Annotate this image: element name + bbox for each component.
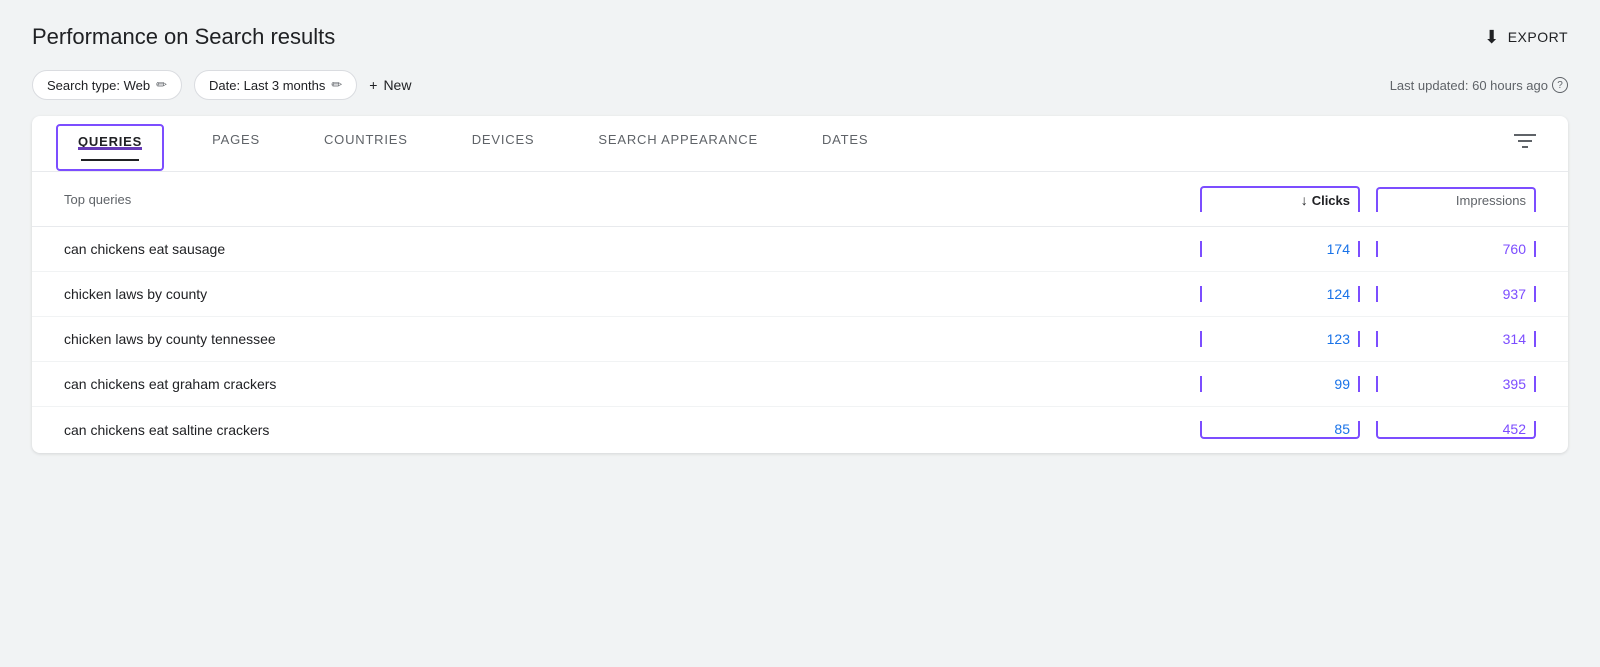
new-label: New [383,77,411,93]
page-title: Performance on Search results [32,24,335,50]
tab-queries[interactable]: QUERIES [78,134,142,149]
impressions-label: Impressions [1456,193,1526,208]
clicks-value: 99 [1200,376,1360,392]
impressions-value: 452 [1376,421,1536,439]
search-type-label: Search type: Web [47,78,150,93]
clicks-value: 85 [1200,421,1360,439]
query-text: can chickens eat saltine crackers [64,422,1200,438]
impressions-column-header[interactable]: Impressions [1376,187,1536,212]
query-text: can chickens eat sausage [64,241,1200,257]
clicks-value: 124 [1200,286,1360,302]
new-filter-button[interactable]: + New [369,77,411,93]
tab-countries[interactable]: COUNTRIES [292,116,440,171]
table-header: Top queries ↓ Clicks Impressions [32,172,1568,227]
search-type-filter[interactable]: Search type: Web ✏ [32,70,182,100]
query-text: chicken laws by county tennessee [64,331,1200,347]
tabs-row: QUERIES PAGES COUNTRIES DEVICES SEARCH A… [32,116,1568,172]
date-edit-icon: ✏ [331,77,342,93]
search-type-edit-icon: ✏ [156,77,167,93]
impressions-value: 760 [1376,241,1536,257]
top-queries-label: Top queries [64,192,1200,207]
tab-dates[interactable]: DATES [790,116,900,171]
table-row[interactable]: can chickens eat saltine crackers 85 452 [32,407,1568,453]
table-row[interactable]: can chickens eat graham crackers 99 395 [32,362,1568,407]
tab-devices[interactable]: DEVICES [440,116,567,171]
tab-queries-underline [81,159,139,161]
clicks-value: 174 [1200,241,1360,257]
query-text: chicken laws by county [64,286,1200,302]
impressions-value: 937 [1376,286,1536,302]
last-updated-text: Last updated: 60 hours ago ? [1390,77,1568,93]
clicks-value: 123 [1200,331,1360,347]
help-icon[interactable]: ? [1552,77,1568,93]
queries-table: Top queries ↓ Clicks Impressions can chi… [32,172,1568,453]
sort-down-icon: ↓ [1301,192,1308,208]
query-text: can chickens eat graham crackers [64,376,1200,392]
date-filter[interactable]: Date: Last 3 months ✏ [194,70,357,100]
impressions-value: 395 [1376,376,1536,392]
filter-rows-icon[interactable] [1514,132,1536,155]
export-button[interactable]: ⬇ EXPORT [1484,27,1568,48]
table-row[interactable]: chicken laws by county tennessee 123 314 [32,317,1568,362]
table-row[interactable]: can chickens eat sausage 174 760 [32,227,1568,272]
tab-pages[interactable]: PAGES [180,116,292,171]
clicks-column-header[interactable]: ↓ Clicks [1200,186,1360,212]
tab-search-appearance[interactable]: SEARCH APPEARANCE [566,116,790,171]
impressions-value: 314 [1376,331,1536,347]
date-label: Date: Last 3 months [209,78,325,93]
table-row[interactable]: chicken laws by county 124 937 [32,272,1568,317]
clicks-label: Clicks [1312,193,1350,208]
download-icon: ⬇ [1484,27,1500,48]
main-card: QUERIES PAGES COUNTRIES DEVICES SEARCH A… [32,116,1568,453]
plus-icon: + [369,77,377,93]
export-label: EXPORT [1508,29,1568,45]
